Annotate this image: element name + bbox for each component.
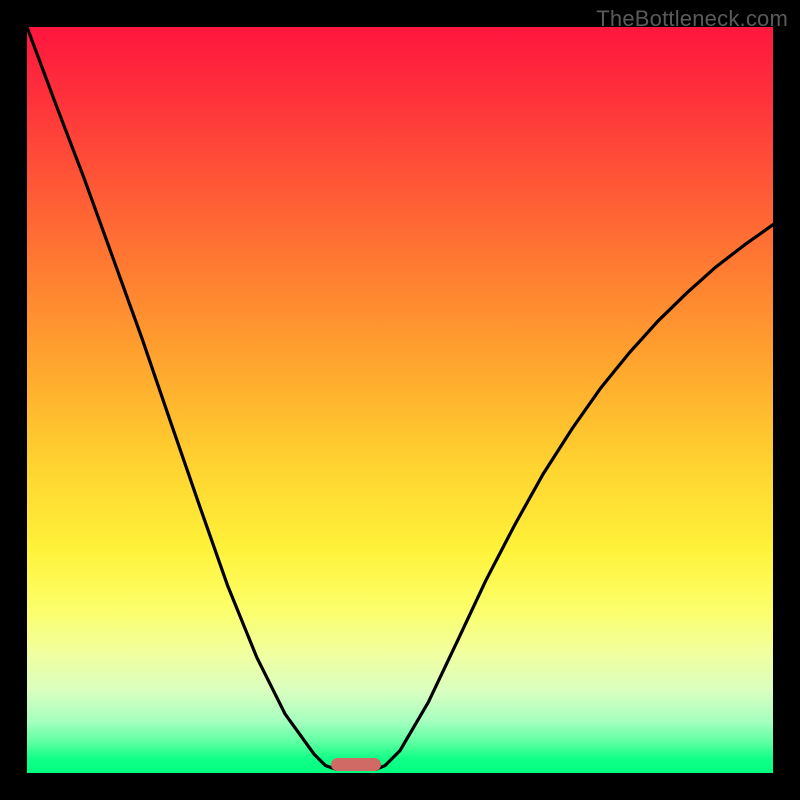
chart-frame: TheBottleneck.com	[0, 0, 800, 800]
right-curve-path	[376, 225, 773, 770]
cusp-marker	[331, 758, 382, 771]
plot-area	[27, 27, 773, 773]
left-curve-path	[27, 27, 336, 769]
curve-layer	[27, 27, 773, 773]
